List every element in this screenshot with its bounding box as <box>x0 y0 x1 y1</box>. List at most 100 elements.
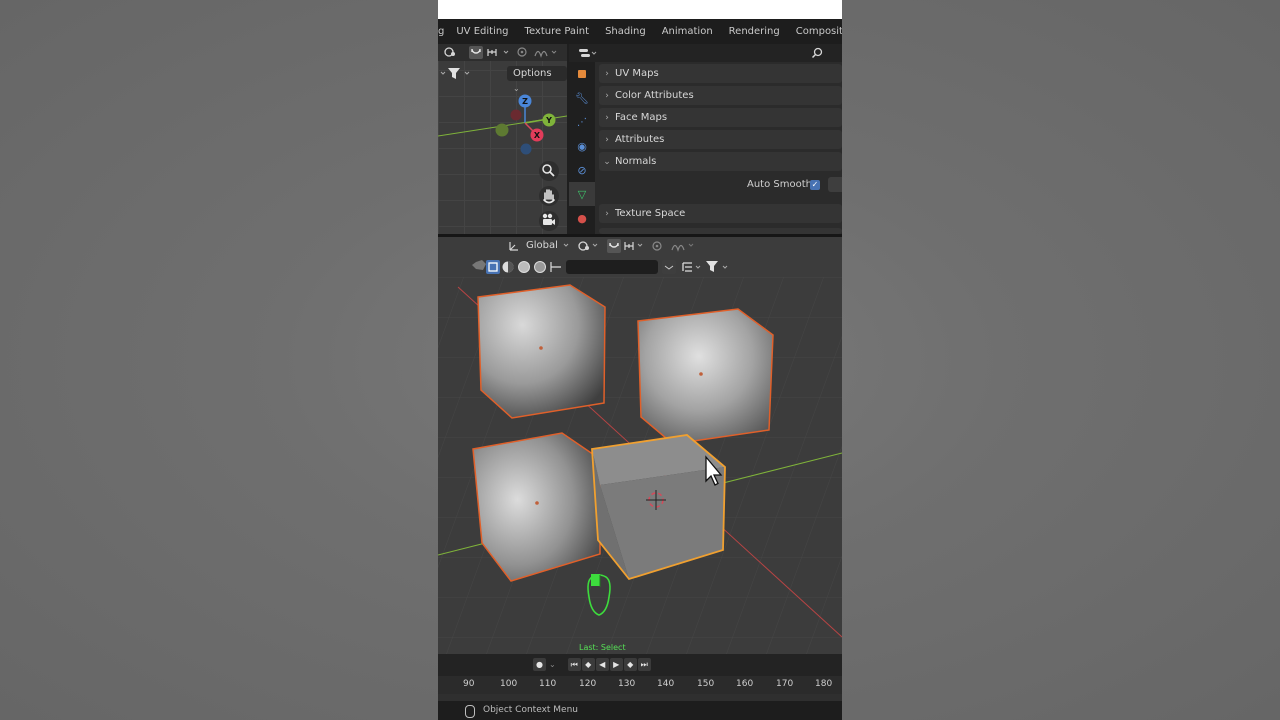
filter-icon[interactable] <box>448 68 460 79</box>
material-sphere-icon: ● <box>577 211 587 225</box>
gizmo-neg-z[interactable] <box>520 143 532 155</box>
navigation-gizmo[interactable]: Z Y X <box>495 94 556 155</box>
gizmo-neg-x[interactable] <box>510 109 522 121</box>
filter-icon[interactable] <box>706 261 718 272</box>
chevron-down-icon[interactable] <box>551 50 557 54</box>
top-viewport[interactable]: Options ⌄ Z Y X <box>438 44 567 234</box>
particles-properties-tab[interactable]: ⋰ <box>569 110 595 134</box>
panel-label: Texture Space <box>615 208 686 219</box>
chevron-right-icon: › <box>605 113 609 123</box>
panel-color-attributes[interactable]: › Color Attributes <box>599 86 842 105</box>
mouse-right-button-icon <box>465 705 475 718</box>
cube-top-right[interactable] <box>637 308 774 445</box>
proportional-edit-icon[interactable] <box>652 241 662 251</box>
properties-editor: 🔧︎ ⋰ ◉ ⊘ ▽ ● › UV Maps › Color Attributes … <box>569 44 842 234</box>
panel-label: Face Maps <box>615 112 668 123</box>
transform-orientation-dropdown[interactable]: Global <box>504 237 562 254</box>
auto-smooth-checkbox[interactable]: ✓ <box>810 180 820 190</box>
tab-rendering[interactable]: Rendering <box>721 26 788 37</box>
panel-normals[interactable]: ⌄ Normals <box>599 152 842 171</box>
jump-end-icon[interactable]: ⏭ <box>637 658 651 671</box>
gizmo-x-label: X <box>534 131 541 140</box>
properties-header <box>569 44 842 62</box>
chevron-down-icon[interactable] <box>563 243 569 247</box>
chevron-down-icon: ⌄ <box>603 157 611 167</box>
pivot-point-icon[interactable] <box>578 241 598 251</box>
chevron-down-icon[interactable] <box>503 50 509 54</box>
frame-number: 110 <box>539 679 557 689</box>
chevron-down-icon: ⌄ <box>513 84 520 93</box>
physics-properties-tab[interactable]: ◉ <box>569 134 595 158</box>
gizmo-z-label: Z <box>522 97 528 106</box>
snap-increment-icon[interactable] <box>487 49 497 56</box>
play-icon[interactable]: ▶ <box>609 658 623 671</box>
outliner-display-icon[interactable] <box>682 262 701 272</box>
main-viewport[interactable]: Global Last: Select <box>438 237 842 654</box>
zoom-icon[interactable] <box>539 161 559 181</box>
chevron-down-icon[interactable] <box>464 71 470 75</box>
chevron-down-icon[interactable] <box>722 265 728 269</box>
panel-label: Color Attributes <box>615 90 694 101</box>
timeline-scrub-area[interactable] <box>438 694 842 701</box>
proportional-edit-icon[interactable] <box>517 47 527 57</box>
chevron-down-icon[interactable] <box>662 260 676 274</box>
keyframe-controls: ● ⌄ ⏮ ◆ ◀ ▶ ◆ ⏭ <box>533 658 652 671</box>
last-operation-label[interactable]: Last: Select <box>579 643 626 652</box>
falloff-curve-icon[interactable] <box>671 244 685 252</box>
frame-number: 140 <box>657 679 675 689</box>
gizmo-x-axis[interactable] <box>530 128 544 142</box>
record-icon[interactable]: ● <box>533 658 546 671</box>
tab-uv-editing[interactable]: UV Editing <box>448 26 516 37</box>
gizmo-y-axis[interactable] <box>542 113 556 127</box>
viewport-search-input[interactable] <box>566 260 658 274</box>
shading-solid-bg[interactable] <box>486 260 500 274</box>
xray-icon[interactable] <box>472 260 486 270</box>
top-viewport-toolbar: Options ⌄ <box>438 64 567 93</box>
next-keyframe-icon[interactable]: ◆ <box>623 658 637 671</box>
panel-attributes[interactable]: › Attributes <box>599 130 842 149</box>
tab-animation[interactable]: Animation <box>654 26 721 37</box>
falloff-curve-icon[interactable] <box>534 50 548 58</box>
camera-view-icon[interactable] <box>539 211 559 231</box>
chevron-right-icon: › <box>605 91 609 101</box>
auto-smooth-angle-field[interactable] <box>828 177 842 192</box>
tab-shading[interactable]: Shading <box>597 26 654 37</box>
tab-partial-left[interactable]: g <box>438 26 448 37</box>
shading-options-icon[interactable] <box>550 262 561 272</box>
gizmo-z-axis[interactable] <box>518 94 532 108</box>
filter-controls <box>440 68 470 79</box>
chevron-down-icon[interactable] <box>688 243 694 247</box>
origin-dot <box>539 346 543 350</box>
snap-toggle-bg[interactable] <box>607 239 621 253</box>
tab-compositing[interactable]: Compositing <box>788 26 842 37</box>
jump-start-icon[interactable]: ⏮ <box>567 658 581 671</box>
editor-type-icon[interactable] <box>579 49 597 57</box>
chevron-down-icon[interactable] <box>440 71 446 75</box>
snap-increment-icon[interactable] <box>624 242 643 250</box>
shading-rendered-icon[interactable] <box>534 261 546 273</box>
pivot-icon[interactable] <box>444 47 455 57</box>
play-reverse-icon[interactable]: ◀ <box>595 658 609 671</box>
data-properties-tab[interactable]: ▽ <box>569 182 595 206</box>
chevron-right-icon: › <box>605 209 609 219</box>
constraints-properties-tab[interactable]: ⊘ <box>569 158 595 182</box>
chevron-down-icon[interactable]: ⌄ <box>549 660 556 669</box>
gizmo-y-label: Y <box>545 116 552 125</box>
panel-face-maps[interactable]: › Face Maps <box>599 108 842 127</box>
options-dropdown[interactable]: Options ⌄ <box>507 66 567 93</box>
top-strip <box>438 0 842 19</box>
panel-uv-maps[interactable]: › UV Maps <box>599 64 842 83</box>
prev-keyframe-icon[interactable]: ◆ <box>581 658 595 671</box>
cube-top-left[interactable] <box>477 284 606 419</box>
shading-material-icon[interactable] <box>518 261 530 273</box>
modifier-properties-tab[interactable]: 🔧︎ <box>569 86 595 110</box>
search-icon[interactable] <box>811 47 823 59</box>
frame-number: 180 <box>815 679 833 689</box>
tab-texture-paint[interactable]: Texture Paint <box>517 26 598 37</box>
material-properties-tab[interactable]: ● <box>569 206 595 230</box>
pan-hand-icon[interactable] <box>539 186 559 206</box>
panel-texture-space[interactable]: › Texture Space <box>599 204 842 223</box>
object-properties-tab[interactable] <box>569 62 595 86</box>
gizmo-neg-y[interactable] <box>495 123 509 137</box>
timeline-frame-ruler[interactable]: 90 100 110 120 130 140 150 160 170 180 <box>438 676 842 694</box>
